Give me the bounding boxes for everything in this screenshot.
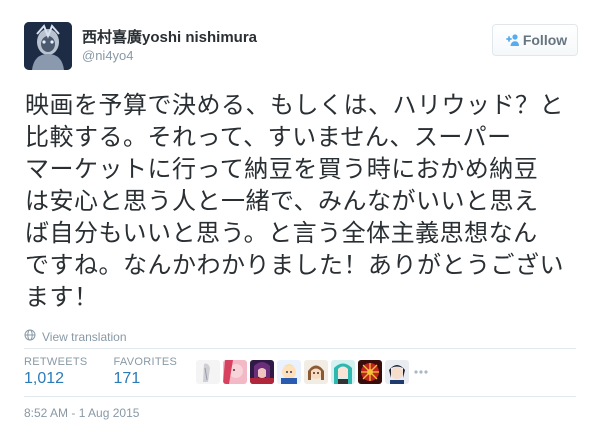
favoriter-avatar-1[interactable]: [196, 360, 220, 384]
retweets-stat[interactable]: RETWEETS 1,012: [24, 356, 88, 388]
favoriter-avatar-7[interactable]: [358, 360, 382, 384]
retweets-label: RETWEETS: [24, 356, 88, 368]
favoriter-avatar-2[interactable]: [223, 360, 247, 384]
favorites-stat[interactable]: FAVORITES 171: [114, 356, 178, 388]
ellipsis-icon[interactable]: [412, 360, 430, 384]
tweet-text-line: 映画を予算で決める、もしくは、ハリウッド？と: [25, 92, 564, 119]
favoriter-avatar-8[interactable]: [385, 360, 409, 384]
view-translation-link[interactable]: View translation: [24, 329, 127, 344]
author-screen-name[interactable]: @ni4yo4: [82, 48, 134, 63]
stats-bottom-divider: [24, 396, 576, 397]
tweet-stats: RETWEETS 1,012 FAVORITES 171: [24, 356, 203, 388]
author-avatar[interactable]: [24, 22, 72, 70]
tweet-text-line: ですね。なんかわかりました！ありがとうござい: [25, 252, 564, 279]
follow-button-label: Follow: [522, 32, 568, 48]
view-translation-label: View translation: [42, 329, 127, 344]
tweet-text: 映画を予算で決める、もしくは、ハリウッド？と 比較する。それって、すいません、ス…: [25, 90, 585, 314]
favoriter-avatars: [196, 360, 430, 384]
globe-icon: [24, 329, 36, 344]
favoriter-avatar-4[interactable]: [277, 360, 301, 384]
author-display-name[interactable]: 西村喜廣yoshi nishimura: [82, 26, 257, 47]
tweet-text-line: ば自分もいいと思う。と言う全体主義思想なん: [25, 220, 538, 247]
retweets-count: 1,012: [24, 370, 65, 387]
favoriter-avatar-5[interactable]: [304, 360, 328, 384]
tweet-text-line: 比較する。それって、すいません、スーパー: [25, 124, 512, 151]
tweet-text-line: は安心と思う人と一緒で、みんながいいと思え: [25, 188, 539, 215]
favoriter-avatar-6[interactable]: [331, 360, 355, 384]
author-avatar-image: [24, 22, 72, 70]
favorites-label: FAVORITES: [113, 356, 178, 368]
favoriter-avatar-3[interactable]: [250, 360, 274, 384]
add-user-icon: [503, 33, 519, 47]
tweet-text-line: マーケットに行って納豆を買う時におかめ納豆: [25, 156, 539, 183]
favorites-count: 171: [113, 370, 141, 387]
stats-top-divider: [24, 348, 576, 349]
tweet-timestamp[interactable]: 8:52 AM - 1 Aug 2015: [24, 406, 139, 420]
tweet-text-line: ます！: [25, 284, 99, 311]
follow-button[interactable]: Follow: [492, 24, 578, 56]
